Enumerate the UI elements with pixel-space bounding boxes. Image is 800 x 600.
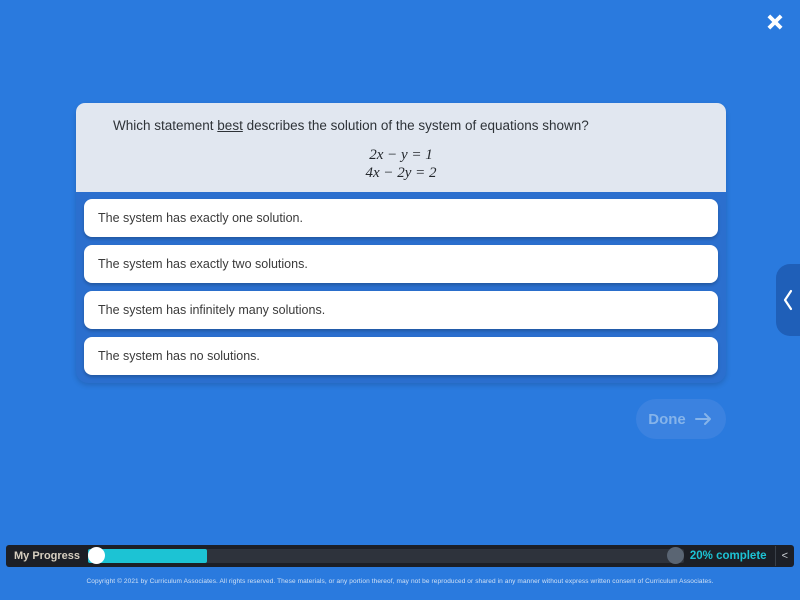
answer-choice-1[interactable]: The system has exactly one solution.: [84, 199, 718, 237]
question-card: Which statement best describes the solut…: [76, 103, 726, 192]
arrow-right-icon: [694, 411, 714, 427]
answer-choice-label: The system has infinitely many solutions…: [98, 303, 326, 317]
answer-choice-3[interactable]: The system has infinitely many solutions…: [84, 291, 718, 329]
done-button[interactable]: Done: [636, 399, 726, 439]
question-prompt-emphasis: best: [217, 118, 243, 133]
copyright-footer: Copyright © 2021 by Curriculum Associate…: [86, 578, 714, 585]
progress-percent-text: 20% complete: [689, 550, 767, 562]
question-prompt-before: Which statement: [113, 118, 218, 133]
question-panel: Which statement best describes the solut…: [76, 103, 726, 383]
drawer-toggle-tab[interactable]: [776, 264, 800, 336]
progress-knob-end[interactable]: [666, 547, 684, 564]
answer-choice-label: The system has exactly one solution.: [98, 211, 303, 225]
progress-bar: My Progress 20% complete <: [6, 545, 794, 567]
progress-knob-start[interactable]: [88, 547, 106, 564]
question-prompt: Which statement best describes the solut…: [113, 117, 706, 135]
answer-choice-2[interactable]: The system has exactly two solutions.: [84, 245, 718, 283]
equation-block: 2x − y = 1 4x − 2y = 2: [76, 147, 726, 182]
progress-collapse-button[interactable]: <: [774, 546, 794, 566]
progress-label: My Progress: [14, 550, 81, 562]
done-button-label: Done: [648, 410, 686, 428]
answer-choice-4[interactable]: The system has no solutions.: [84, 337, 718, 375]
chevron-left-icon: [782, 289, 794, 311]
progress-track[interactable]: [88, 547, 684, 564]
equation-line-1: 2x − y = 1: [369, 147, 433, 163]
question-prompt-after: describes the solution of the system of …: [242, 118, 589, 133]
answer-choice-label: The system has no solutions.: [98, 349, 260, 363]
answer-choice-list: The system has exactly one solution. The…: [84, 199, 718, 383]
close-button[interactable]: [756, 3, 794, 41]
close-icon: [762, 9, 788, 35]
equation-line-2: 4x − 2y = 2: [365, 164, 437, 181]
answer-choice-label: The system has exactly two solutions.: [98, 257, 308, 271]
progress-fill: [88, 549, 208, 563]
